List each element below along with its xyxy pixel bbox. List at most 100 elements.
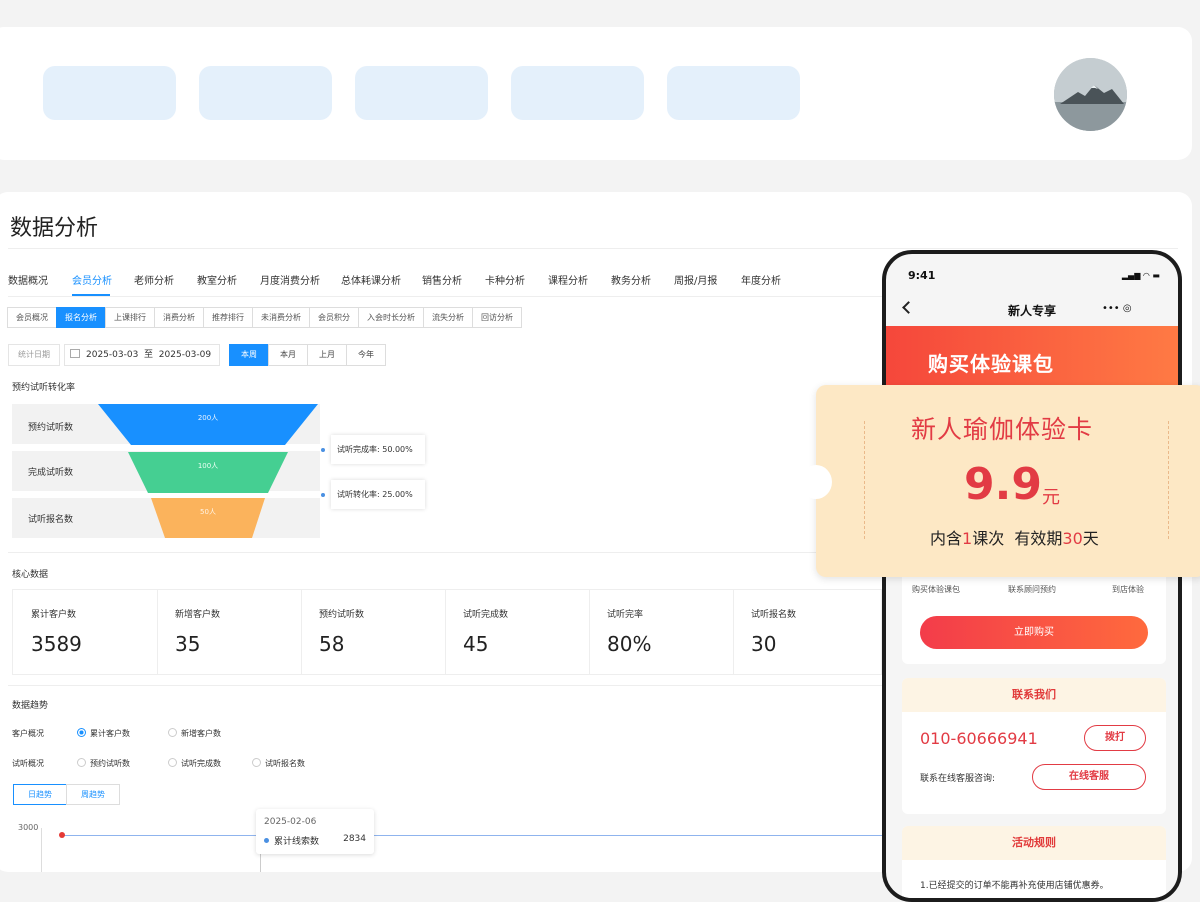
tooltip-series-label: 累计线索数 bbox=[274, 837, 320, 847]
avatar[interactable] bbox=[1054, 58, 1127, 131]
subtab-consumption-analysis[interactable]: 消费分析 bbox=[154, 307, 204, 328]
period-last-month[interactable]: 上月 bbox=[307, 344, 347, 366]
kpi-value: 30 bbox=[751, 632, 777, 656]
rules-card: 活动规则 1.已经提交的订单不能再补充使用店铺优惠券。 bbox=[902, 826, 1166, 898]
funnel-chart: 200人 100人 50人 bbox=[98, 404, 318, 538]
ticket-price-unit: 元 bbox=[1042, 487, 1060, 508]
radio-trial-completed[interactable]: 试听完成数 bbox=[168, 758, 221, 769]
tab-course-analysis[interactable]: 课程分析 bbox=[548, 272, 588, 287]
mini-program-capsule[interactable]: ••• ◎ bbox=[1102, 298, 1166, 320]
subtab-no-consumption-analysis[interactable]: 未消费分析 bbox=[252, 307, 310, 328]
kpi-value: 80% bbox=[607, 632, 652, 656]
rules-text: 1.已经提交的订单不能再补充使用店铺优惠券。 bbox=[920, 881, 1109, 891]
banner-title: 购买体验课包 bbox=[928, 352, 1054, 376]
top-nav-placeholder-3[interactable] bbox=[355, 66, 488, 120]
date-separator: 至 bbox=[144, 350, 154, 360]
radio-label: 新增客户数 bbox=[181, 729, 221, 738]
rules-title: 活动规则 bbox=[902, 826, 1166, 860]
steps-card: 购买体验课包 联系顾问预约 到店体验 立即购买 bbox=[902, 564, 1166, 664]
conversion-rate-callout: 试听转化率: 25.00% bbox=[331, 480, 425, 509]
calendar-icon bbox=[70, 349, 80, 358]
ticket-valid-days: 30 bbox=[1062, 529, 1083, 548]
period-this-week[interactable]: 本周 bbox=[229, 344, 269, 366]
buy-now-button[interactable]: 立即购买 bbox=[920, 616, 1148, 649]
customer-overview-label: 客户概况 bbox=[12, 729, 44, 738]
period-this-month[interactable]: 本月 bbox=[268, 344, 308, 366]
subtab-follow-up-analysis[interactable]: 回访分析 bbox=[472, 307, 522, 328]
kpi-card: 试听完率 80% bbox=[589, 590, 734, 674]
callout-dot bbox=[321, 493, 325, 497]
tab-weekly-monthly-report[interactable]: 周报/月报 bbox=[674, 272, 717, 287]
tab-classroom-analysis[interactable]: 教室分析 bbox=[197, 272, 237, 287]
core-data-title: 核心数据 bbox=[12, 570, 49, 580]
online-service-button[interactable]: 在线客服 bbox=[1032, 764, 1146, 790]
subtab-enrollment-analysis[interactable]: 报名分析 bbox=[56, 307, 106, 328]
divider bbox=[8, 248, 1178, 249]
subtab-churn-analysis[interactable]: 流失分析 bbox=[423, 307, 473, 328]
radio-label: 试听完成数 bbox=[181, 759, 221, 768]
ticket-subtitle: 内含1课次 有效期30天 bbox=[930, 525, 1099, 549]
tab-overview[interactable]: 数据概况 bbox=[8, 272, 48, 287]
ticket-price: 9.9 bbox=[964, 459, 1042, 510]
phone-number: 010-60666941 bbox=[920, 729, 1038, 748]
radio-label: 累计客户数 bbox=[90, 729, 130, 738]
period-this-year[interactable]: 今年 bbox=[346, 344, 386, 366]
kpi-label: 预约试听数 bbox=[319, 610, 365, 620]
tab-daily-trend[interactable]: 日趋势 bbox=[13, 784, 67, 805]
step-contact: 联系顾问预约 bbox=[1008, 585, 1056, 594]
tooltip-date: 2025-02-06 bbox=[264, 817, 317, 827]
tab-card-type-analysis[interactable]: 卡种分析 bbox=[485, 272, 525, 287]
funnel-value: 200人 bbox=[198, 414, 218, 422]
kpi-value: 35 bbox=[175, 632, 201, 656]
ticket-sub-text: 天 bbox=[1082, 529, 1099, 548]
funnel-stage-label: 试听报名数 bbox=[28, 515, 74, 525]
kpi-box: 累计客户数 3589 新增客户数 35 预约试听数 58 试听完成数 45 试听完率 80… bbox=[12, 589, 882, 675]
subtab-member-overview[interactable]: 会员概况 bbox=[7, 307, 57, 328]
radio-label: 预约试听数 bbox=[90, 759, 130, 768]
funnel-stage-2 bbox=[128, 452, 288, 493]
tab-weekly-trend[interactable]: 周趋势 bbox=[66, 784, 120, 805]
radio-trial-booked[interactable]: 预约试听数 bbox=[77, 758, 130, 769]
mountain-avatar-image bbox=[1054, 58, 1127, 131]
page-title: 数据分析 bbox=[10, 216, 99, 241]
trend-title: 数据趋势 bbox=[12, 701, 49, 711]
funnel-stage-label: 预约试听数 bbox=[28, 423, 74, 433]
top-nav-placeholder-1[interactable] bbox=[43, 66, 176, 120]
tab-member-analysis[interactable]: 会员分析 bbox=[72, 272, 112, 287]
tab-overall-class-usage[interactable]: 总体耗课分析 bbox=[341, 272, 401, 287]
kpi-card: 累计客户数 3589 bbox=[13, 590, 158, 674]
top-nav-placeholder-5[interactable] bbox=[667, 66, 800, 120]
funnel-value: 100人 bbox=[198, 462, 218, 470]
tab-annual-analysis[interactable]: 年度分析 bbox=[741, 272, 781, 287]
completion-rate-callout: 试听完成率: 50.00% bbox=[331, 435, 425, 464]
trend-point[interactable] bbox=[59, 832, 65, 838]
radio-icon bbox=[168, 728, 177, 737]
subtab-membership-duration[interactable]: 入会时长分析 bbox=[358, 307, 424, 328]
kpi-card: 试听完成数 45 bbox=[445, 590, 590, 674]
funnel-stage-3 bbox=[151, 498, 265, 538]
tooltip-value: 2834 bbox=[343, 834, 366, 844]
trial-card-ticket[interactable]: 新人瑜伽体验卡 9.9 元 内含1课次 有效期30天 bbox=[800, 385, 1200, 577]
series-dot-icon bbox=[264, 838, 269, 843]
date-label: 统计日期 bbox=[8, 344, 60, 366]
tab-academic-analysis[interactable]: 教务分析 bbox=[611, 272, 651, 287]
kpi-value: 58 bbox=[319, 632, 345, 656]
top-nav-placeholder-4[interactable] bbox=[511, 66, 644, 120]
subtab-attendance-ranking[interactable]: 上课排行 bbox=[105, 307, 155, 328]
subtab-member-points[interactable]: 会员积分 bbox=[309, 307, 359, 328]
tab-sales-analysis[interactable]: 销售分析 bbox=[422, 272, 462, 287]
tooltip-guide-line bbox=[260, 852, 261, 872]
status-icons: ▂▄▆ ◠ ▬ bbox=[1121, 271, 1160, 280]
radio-icon bbox=[252, 758, 261, 767]
date-range-picker[interactable]: 2025-03-03 至 2025-03-09 bbox=[64, 344, 220, 366]
tab-teacher-analysis[interactable]: 老师分析 bbox=[134, 272, 174, 287]
top-nav-placeholder-2[interactable] bbox=[199, 66, 332, 120]
radio-new-customers[interactable]: 新增客户数 bbox=[168, 728, 221, 739]
kpi-card: 试听报名数 30 bbox=[733, 590, 880, 674]
radio-trial-enrolled[interactable]: 试听报名数 bbox=[252, 758, 305, 769]
subtab-referral-ranking[interactable]: 推荐排行 bbox=[203, 307, 253, 328]
tab-monthly-consumption[interactable]: 月度消费分析 bbox=[260, 272, 320, 287]
kpi-label: 试听完率 bbox=[607, 610, 644, 620]
radio-cumulative-customers[interactable]: 累计客户数 bbox=[77, 728, 130, 739]
call-button[interactable]: 拨打 bbox=[1084, 725, 1146, 751]
